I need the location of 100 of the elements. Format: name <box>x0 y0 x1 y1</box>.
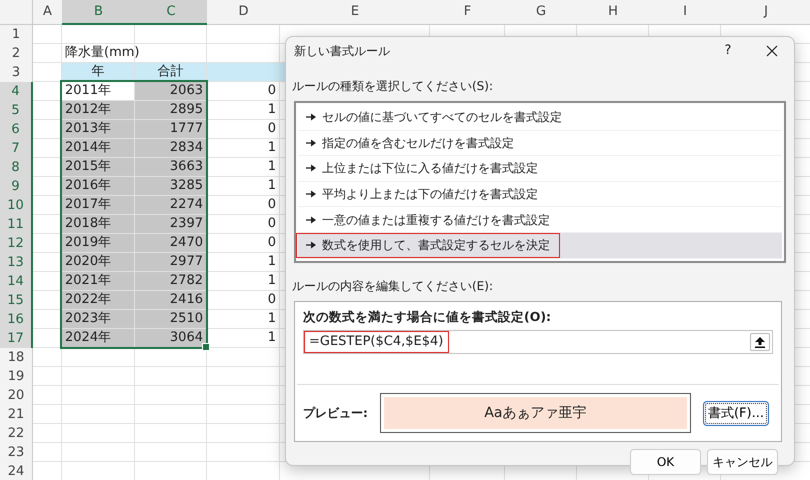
table-cell: 2895 <box>135 101 207 120</box>
fill-handle[interactable] <box>202 343 210 351</box>
preview-box: Aaあぁアァ亜宇 <box>380 393 691 434</box>
column-header[interactable]: C <box>135 0 207 25</box>
row-header[interactable]: 15 <box>0 291 33 310</box>
rule-type-item[interactable]: 指定の値を含むセルだけを書式設定 <box>298 130 782 156</box>
table-cell: 3663 <box>135 158 207 177</box>
table-cell: 1777 <box>135 120 207 139</box>
rule-type-item[interactable]: セルの値に基づいてすべてのセルを書式設定 <box>298 105 782 131</box>
row-header[interactable]: 14 <box>0 272 33 291</box>
row-header[interactable]: 19 <box>0 367 33 386</box>
rule-type-item[interactable]: 上位または下位に入る値だけを書式設定 <box>298 156 782 182</box>
empty-cell <box>135 386 207 405</box>
table-cell: 2416 <box>135 291 207 310</box>
column-header[interactable]: G <box>505 0 577 25</box>
row-header[interactable]: 24 <box>0 462 33 480</box>
row-header[interactable]: 9 <box>0 177 33 196</box>
table-cell: 3285 <box>135 177 207 196</box>
pointer-arrow-icon <box>306 138 316 147</box>
cancel-button[interactable]: キャンセル <box>707 449 778 476</box>
row-header[interactable]: 11 <box>0 215 33 234</box>
table-cell: 2782 <box>135 272 207 291</box>
table-cell: 2023年 <box>62 310 135 329</box>
ok-button[interactable]: OK <box>630 449 701 476</box>
table-cell: 0 <box>207 234 280 253</box>
column-header[interactable]: F <box>430 0 505 25</box>
table-cell: 0 <box>207 196 280 215</box>
table-cell: 2012年 <box>62 101 135 120</box>
column-header[interactable]: H <box>577 0 649 25</box>
pointer-arrow-icon <box>306 190 316 198</box>
column-header[interactable]: E <box>280 0 430 25</box>
row-header[interactable]: 20 <box>0 386 33 405</box>
row-header[interactable]: 21 <box>0 405 33 424</box>
table-cell: 2977 <box>135 253 207 272</box>
row-header[interactable]: 13 <box>0 253 33 272</box>
pointer-arrow-icon <box>306 164 316 172</box>
row-header[interactable]: 12 <box>0 234 33 253</box>
pointer-arrow-icon <box>306 216 316 224</box>
table-cell: 2011年 <box>62 82 135 101</box>
empty-cell <box>135 367 207 386</box>
row-header[interactable]: 4 <box>0 82 33 101</box>
format-button[interactable]: 書式(F)... <box>702 400 769 426</box>
help-button[interactable]: ? <box>706 37 750 65</box>
table-cell: 2016年 <box>62 177 135 196</box>
table-cell: 3064 <box>135 329 207 348</box>
table-cell: 2834 <box>135 139 207 158</box>
column-header[interactable]: A <box>33 0 62 25</box>
empty-cell <box>135 405 207 424</box>
table-cell: 2018年 <box>62 215 135 234</box>
row-header[interactable]: 7 <box>0 139 33 158</box>
column-header[interactable]: D <box>207 0 280 25</box>
row-header[interactable]: 17 <box>0 329 33 348</box>
close-icon <box>766 45 778 57</box>
row-header[interactable]: 10 <box>0 196 33 215</box>
formula-label: 次の数式を満たす場合に値を書式設定(O): <box>303 308 552 326</box>
table-cell: 2063 <box>135 82 207 101</box>
section-label: ルールの種類を選択してください(S): <box>292 78 494 95</box>
row-header[interactable]: 18 <box>0 348 33 367</box>
collapse-button[interactable] <box>750 333 770 352</box>
section-label: ルールの内容を編集してください(E): <box>292 278 494 295</box>
table-cell: 2015年 <box>62 158 135 177</box>
table-cell: 2274 <box>135 196 207 215</box>
row-header[interactable]: 23 <box>0 443 33 462</box>
table-cell: 0 <box>207 82 280 101</box>
empty-cell <box>135 424 207 443</box>
formula-field[interactable]: =GESTEP($C4,$E$4) <box>303 330 773 354</box>
table-cell: 2013年 <box>62 120 135 139</box>
pointer-arrow-icon <box>306 113 316 122</box>
row-header[interactable]: 16 <box>0 310 33 329</box>
empty-cell <box>135 443 207 462</box>
table-cell: 2017年 <box>62 196 135 215</box>
table-cell: 1 <box>207 253 280 272</box>
table-cell: 1 <box>207 158 280 177</box>
row-header[interactable]: 5 <box>0 101 33 120</box>
column-header[interactable]: B <box>62 0 135 25</box>
row-header[interactable]: 1 <box>0 25 33 44</box>
table-cell: 2022年 <box>62 291 135 310</box>
table-cell: 1 <box>207 272 280 291</box>
table-cell: 1 <box>207 310 280 329</box>
table-cell: 2019年 <box>62 234 135 253</box>
row-header[interactable]: 3 <box>0 63 33 82</box>
table-cell: 2024年 <box>62 329 135 348</box>
row-header[interactable]: 22 <box>0 424 33 443</box>
pointer-arrow-icon <box>306 241 316 250</box>
table-cell: 1 <box>207 177 280 196</box>
table-cell: 0 <box>207 120 280 139</box>
table-cell: 2021年 <box>62 272 135 291</box>
preview-label: プレビュー: <box>303 405 368 422</box>
table-cell: 2510 <box>135 310 207 329</box>
table-cell: 2020年 <box>62 253 135 272</box>
row-header[interactable]: 6 <box>0 120 33 139</box>
rule-type-item[interactable]: 平均より上または下の値だけを書式設定 <box>298 182 782 208</box>
column-header[interactable]: I <box>649 0 721 25</box>
table-cell: 0 <box>207 291 280 310</box>
row-header[interactable]: 2 <box>0 44 33 63</box>
row-header[interactable]: 8 <box>0 158 33 177</box>
column-header[interactable]: J <box>721 0 810 25</box>
empty-cell <box>135 25 207 44</box>
rule-type-item[interactable]: 数式を使用して、書式設定するセルを決定 <box>298 232 782 259</box>
table-cell: 0 <box>207 215 280 234</box>
